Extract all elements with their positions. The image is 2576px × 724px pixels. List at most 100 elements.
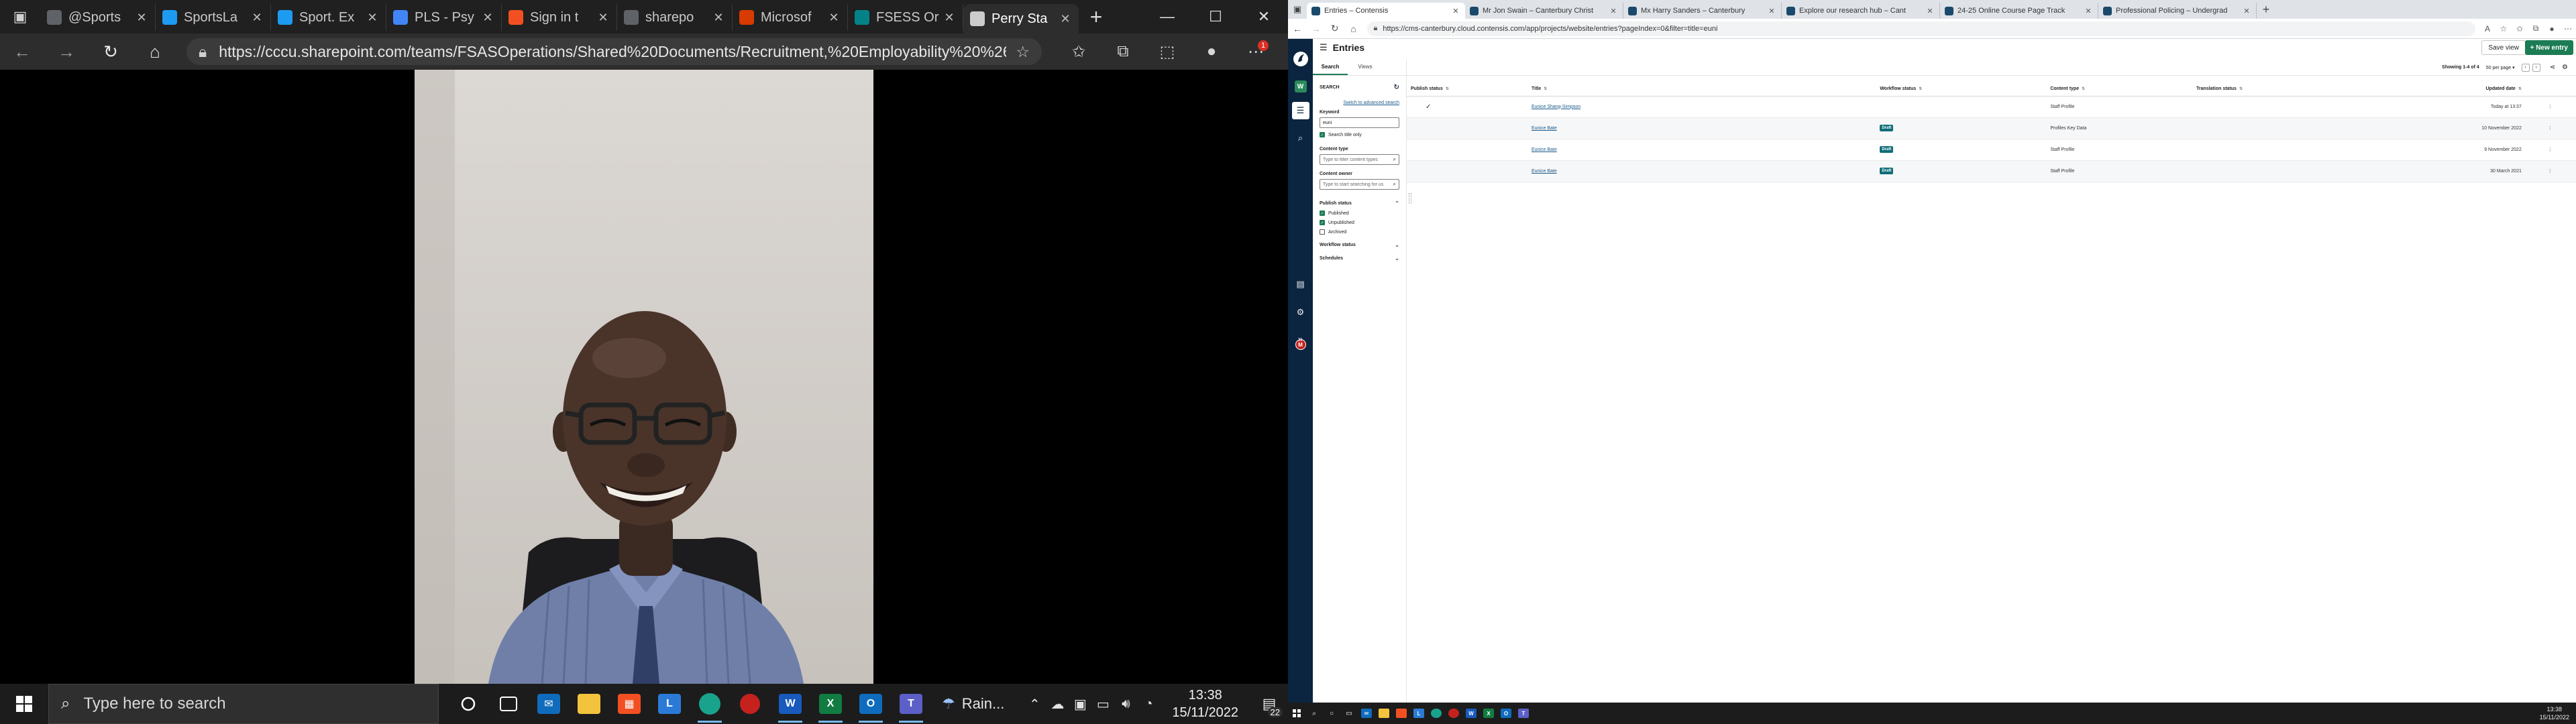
cortana-icon[interactable] (448, 684, 488, 724)
profile-icon[interactable]: ● (2544, 19, 2560, 39)
maximize-button[interactable]: ☐ (1191, 0, 1240, 34)
search-nav-icon[interactable]: ⌕ (1288, 129, 1313, 147)
task-view-icon[interactable] (488, 684, 529, 724)
tab-actions-icon[interactable]: ▣ (0, 0, 40, 34)
weather-widget[interactable]: ☂ Rain... (942, 695, 1004, 713)
close-icon[interactable]: ✕ (1609, 7, 1618, 15)
close-icon[interactable]: ✕ (1059, 12, 1072, 26)
mail-icon[interactable]: ✉ (1358, 703, 1375, 724)
store-icon[interactable]: ▦ (609, 684, 649, 724)
cortana-icon[interactable]: ○ (1323, 703, 1340, 724)
browser-tab[interactable]: sharepo ✕ (617, 4, 733, 31)
teams-icon[interactable]: T (891, 684, 931, 724)
tab-actions-icon[interactable]: ▣ (1288, 0, 1307, 19)
close-icon[interactable]: ✕ (1451, 7, 1460, 15)
hamburger-menu-icon[interactable]: ☰ (1320, 42, 1328, 53)
word-icon[interactable]: W (1462, 703, 1480, 724)
new-tab-button[interactable]: + (2257, 3, 2275, 17)
save-view-button[interactable]: Save view (2481, 40, 2526, 55)
notification-icon[interactable]: ▤ 22 (1250, 684, 1288, 724)
close-icon[interactable]: ✕ (2242, 7, 2251, 15)
close-icon[interactable]: ✕ (596, 11, 610, 25)
file-explorer-icon[interactable] (1375, 703, 1393, 724)
favorites-icon[interactable]: ✩ (2512, 19, 2528, 39)
browser-tab[interactable]: Entries – Contensis ✕ (1307, 3, 1465, 19)
home-button[interactable]: ⌂ (1344, 19, 1363, 39)
favorite-star-icon[interactable]: ☆ (2496, 19, 2512, 39)
forward-button[interactable]: → (44, 34, 89, 70)
browser-tab[interactable]: 24-25 Online Course Page Track ✕ (1940, 3, 2098, 19)
row-actions-kebab-icon[interactable]: ⋮ (2524, 139, 2576, 161)
l-app-icon[interactable]: L (649, 684, 690, 724)
taskbar-search-box[interactable]: ⌕ Type here to search (48, 684, 439, 724)
column-header[interactable]: Title ⇅ (1531, 82, 1880, 97)
browser-tab[interactable]: Mr Jon Swain – Canterbury Christ ✕ (1465, 3, 1623, 19)
browser-tab[interactable]: FSESS Or ✕ (848, 4, 963, 31)
home-button[interactable]: ⌂ (133, 34, 177, 70)
settings-more-icon[interactable]: ⋯ (2560, 19, 2576, 39)
back-button[interactable]: ← (0, 34, 44, 70)
excel-icon[interactable]: X (810, 684, 851, 724)
word-icon[interactable]: W (770, 684, 810, 724)
app-tray-icon[interactable]: ▣ (1069, 696, 1091, 713)
onedrive-icon[interactable]: ☁ (1046, 696, 1069, 713)
close-icon[interactable]: ✕ (366, 11, 379, 25)
taskbar-clock[interactable]: 13:38 15/11/2022 (2533, 705, 2576, 721)
minimize-button[interactable]: — (1143, 0, 1191, 34)
publish-status-section[interactable]: Publish status ⌃ (1320, 200, 1399, 206)
column-header[interactable]: Translation status ⇅ (2196, 82, 2428, 97)
collections-icon[interactable]: ⧉ (2528, 19, 2544, 39)
collections-icon[interactable]: ⧉ (1101, 34, 1145, 70)
column-header[interactable]: Publish status ⇅ (1407, 82, 1532, 97)
search-title-only-checkbox[interactable]: ✓ Search title only (1320, 132, 1399, 137)
close-icon[interactable]: ✕ (2084, 7, 2093, 15)
unpublished-checkbox[interactable]: ✓ Unpublished (1320, 220, 1399, 225)
extension-icon[interactable]: ⬚ (1145, 34, 1189, 70)
windows-start-icon[interactable] (1288, 703, 1305, 724)
excel-icon[interactable]: X (1480, 703, 1497, 724)
new-entry-button[interactable]: + New entry (2524, 40, 2573, 55)
file-explorer-icon[interactable] (569, 684, 609, 724)
table-row[interactable]: Eunice Bate Draft Staff Profile 9 November … (1407, 139, 2576, 161)
content-owner-input[interactable]: Type to start searching for us ⌕ (1320, 179, 1399, 190)
edge-icon[interactable] (1428, 703, 1445, 724)
schedules-section[interactable]: Schedules ⌄ (1320, 255, 1399, 261)
close-icon[interactable]: ✕ (250, 11, 264, 25)
close-icon[interactable]: ✕ (481, 11, 494, 25)
workspace-badge[interactable]: W (1294, 80, 1307, 93)
entry-title-link[interactable]: Eunice Bate (1532, 147, 1557, 152)
entry-title-link[interactable]: Eunice Bate (1532, 169, 1557, 174)
outlook-icon[interactable]: O (851, 684, 891, 724)
refresh-button[interactable]: ↻ (1326, 19, 1344, 39)
share-icon[interactable]: ⋖ (2550, 64, 2555, 71)
store-icon[interactable] (1393, 703, 1410, 724)
browser-tab[interactable]: Microsof ✕ (733, 4, 848, 31)
settings-more-icon[interactable]: ⋯ 1 (1234, 34, 1278, 70)
taskbar-clock[interactable]: 13:38 15/11/2022 (1160, 686, 1250, 721)
new-tab-button[interactable]: + (1079, 0, 1114, 34)
workflow-status-section[interactable]: Workflow status ⌄ (1320, 242, 1399, 248)
archived-checkbox[interactable]: Archived (1320, 229, 1399, 235)
browser-tab[interactable]: PLS - Psy ✕ (386, 4, 502, 31)
table-row[interactable]: Eunice Bate Draft Staff Profile 30 March 20… (1407, 160, 2576, 182)
published-checkbox[interactable]: ✓ Published (1320, 210, 1399, 216)
row-actions-kebab-icon[interactable]: ⋮ (2524, 117, 2576, 139)
profile-icon[interactable]: ● (1189, 34, 1234, 70)
row-actions-kebab-icon[interactable]: ⋮ (2524, 96, 2576, 118)
search-icon[interactable]: ⌕ (1305, 703, 1323, 724)
chevron-up-icon[interactable]: ⌃ (1023, 696, 1046, 713)
browser-tab[interactable]: Professional Policing – Undergrad ✕ (2098, 3, 2257, 19)
forward-button[interactable]: → (1307, 19, 1326, 39)
prev-page-button[interactable]: ‹ (2521, 63, 2530, 72)
panel-toggle-icon[interactable]: ▤ (1288, 275, 1313, 294)
volume-icon[interactable]: 🔊︎ (1114, 697, 1137, 712)
settings-gear-icon[interactable]: ⚙ (2562, 64, 2568, 71)
browser-tab[interactable]: SportsLa ✕ (156, 4, 271, 31)
close-icon[interactable]: ✕ (827, 11, 841, 25)
tab-search[interactable]: Search (1313, 60, 1348, 75)
browser-tab[interactable]: Mx Harry Sanders – Canterbury ✕ (1623, 3, 1782, 19)
entry-title-link[interactable]: Eunice Bate (1532, 126, 1557, 131)
close-window-button[interactable]: ✕ (1240, 0, 1288, 34)
teams-icon[interactable]: T (1515, 703, 1532, 724)
favorites-icon[interactable]: ✩ (1057, 34, 1101, 70)
